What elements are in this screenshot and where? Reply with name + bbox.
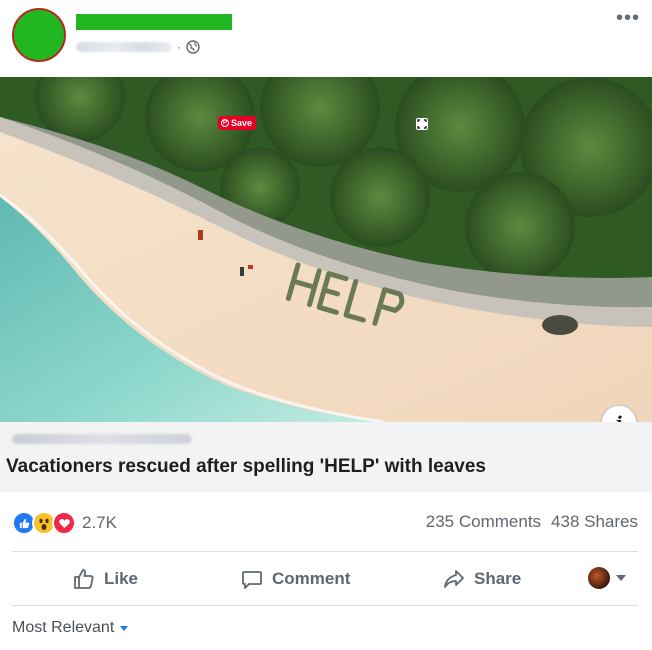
link-headline[interactable]: Vacationers rescued after spelling 'HELP… — [6, 456, 486, 478]
save-label: Save — [231, 118, 253, 128]
like-label: Like — [104, 569, 139, 588]
audience-selector[interactable] — [588, 567, 626, 589]
engagement-counts: 235 Comments 438 Shares — [426, 512, 638, 532]
comment-label: Comment — [272, 569, 351, 588]
pinterest-icon: P — [221, 119, 229, 127]
share-button[interactable]: Share — [442, 553, 521, 605]
comment-button[interactable]: Comment — [240, 553, 350, 605]
pinterest-save-button[interactable]: P Save — [218, 116, 257, 130]
globe-icon[interactable] — [186, 40, 200, 54]
action-bar: Like Comment Share — [0, 553, 652, 605]
page-avatar[interactable] — [12, 8, 66, 62]
divider — [12, 551, 638, 552]
reaction-summary[interactable]: 2.7K — [12, 510, 117, 536]
beach-photo-illustration — [0, 77, 652, 422]
share-label: Share — [474, 569, 522, 588]
divider — [12, 605, 638, 606]
comment-icon — [242, 571, 262, 589]
meta-separator: · — [177, 40, 181, 54]
love-reaction-icon — [52, 511, 76, 535]
shares-count[interactable]: 438 Shares — [551, 512, 638, 532]
post-meta: · — [76, 38, 200, 56]
post-card: · ••• P Save Vacationers rescued after s… — [0, 0, 652, 650]
link-preview[interactable]: Vacationers rescued after spelling 'HELP… — [0, 422, 652, 492]
reaction-count[interactable]: 2.7K — [82, 513, 117, 533]
chevron-down-icon — [616, 575, 626, 581]
thumbs-up-icon — [74, 569, 94, 589]
page-name-redacted[interactable] — [76, 14, 232, 30]
expand-icon[interactable] — [416, 118, 428, 130]
share-icon — [444, 570, 464, 588]
sort-label: Most Relevant — [12, 619, 115, 636]
like-button[interactable]: Like — [72, 553, 138, 605]
more-options-icon[interactable]: ••• — [616, 8, 640, 28]
comments-count[interactable]: 235 Comments — [426, 512, 541, 532]
chevron-down-icon — [120, 626, 129, 631]
post-timestamp-redacted[interactable] — [76, 42, 172, 52]
comment-sort-dropdown[interactable]: Most Relevant — [12, 619, 129, 637]
user-avatar — [588, 567, 610, 589]
link-domain-redacted — [12, 434, 192, 444]
post-photo[interactable]: P Save — [0, 77, 652, 422]
